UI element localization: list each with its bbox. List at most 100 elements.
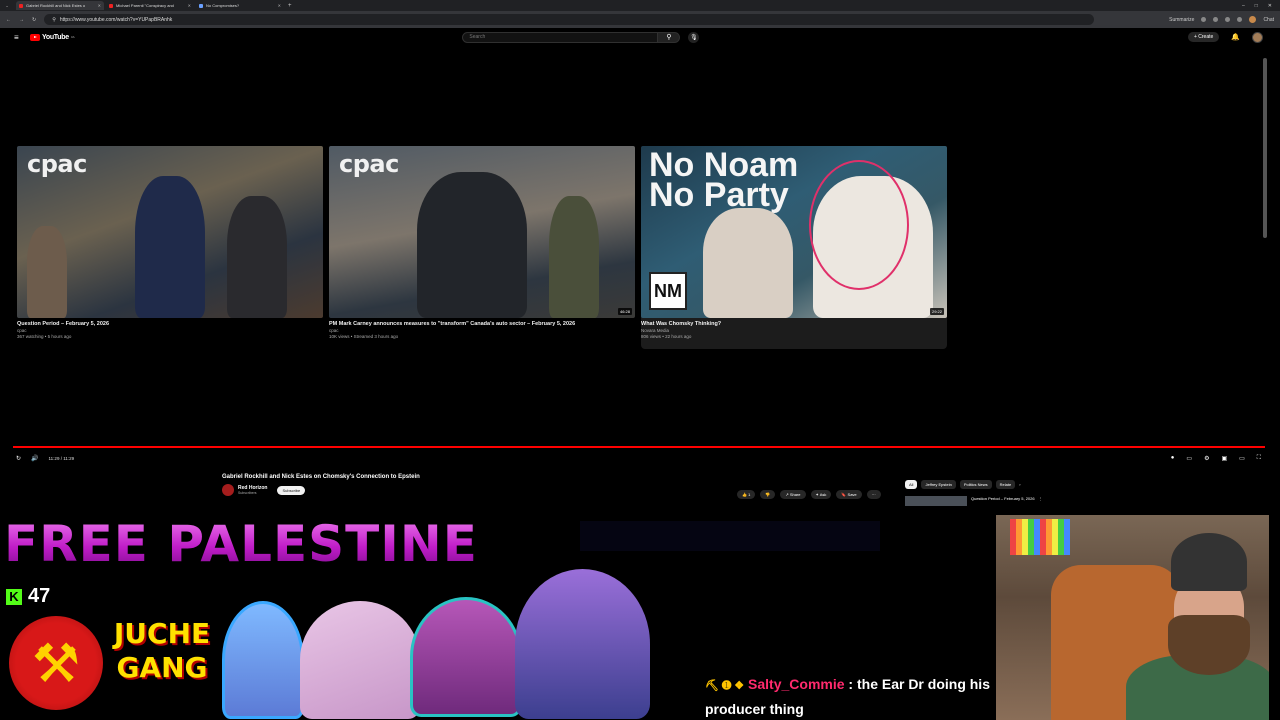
video-title[interactable]: Question Period – February 5, 2026 [17, 321, 323, 327]
share-icon: ↗ [785, 492, 789, 497]
cpac-logo: cpac [27, 150, 87, 178]
dislike-button[interactable]: 👎 [760, 490, 776, 499]
up-next-thumbnail[interactable] [905, 496, 967, 506]
close-window-icon[interactable]: ✕ [1268, 3, 1272, 9]
subtitles-icon[interactable]: ▭ [1186, 455, 1192, 462]
search-button[interactable]: ⚲ [658, 31, 681, 43]
extension-icon[interactable] [1225, 17, 1231, 22]
page-favicon-icon [199, 3, 203, 8]
youtube-logo[interactable]: YouTube CA [30, 33, 75, 41]
volume-icon[interactable]: 🔊 [31, 455, 38, 462]
forward-icon[interactable]: → [19, 17, 24, 23]
minimize-icon[interactable]: – [1242, 3, 1245, 9]
more-vert-icon[interactable]: ⋮ [1039, 496, 1043, 506]
viewer-count: 47 [28, 585, 51, 607]
thumbnail-figure [27, 226, 67, 318]
settings-gear-icon[interactable]: ⚙ [1204, 455, 1209, 462]
overlay-portrait [515, 569, 650, 719]
notifications-icon[interactable]: 🔔 [1231, 33, 1240, 41]
video-channel[interactable]: Novara Media [641, 328, 947, 333]
theater-mode-icon[interactable]: ▭ [1239, 455, 1245, 462]
overlay-portrait [410, 597, 522, 717]
page-scrollbar[interactable] [1263, 58, 1267, 238]
menu-icon[interactable]: ≡ [14, 33, 22, 42]
reload-icon[interactable]: ↻ [32, 17, 36, 23]
video-thumbnail[interactable]: No Noam No Party NM 29:22 [641, 146, 947, 318]
up-next-item[interactable]: Question Period – February 5, 2026 ⋮ [905, 496, 1043, 506]
browser-tab-2[interactable]: Michael Parenti "Conspiracy and ✕ [106, 1, 194, 10]
video-channel[interactable]: cpac [329, 328, 635, 333]
end-screen-video-3[interactable]: No Noam No Party NM 29:22 What Was Choms… [641, 146, 947, 349]
video-duration: 46:28 [617, 308, 632, 315]
chat-message: ⛏ ➊ ❖ Salty_Commie : the Ear Dr doing hi… [705, 673, 995, 720]
ask-button[interactable]: ✦ Ask [810, 490, 832, 499]
video-thumbnail[interactable]: cpac [17, 146, 323, 318]
overlay-portrait [222, 601, 304, 719]
end-screen-grid: cpac Question Period – February 5, 2026 … [17, 146, 947, 349]
replay-icon[interactable]: ↻ [16, 455, 21, 462]
more-actions-button[interactable]: ··· [866, 490, 881, 499]
search-placeholder: Search [469, 34, 486, 40]
progress-bar[interactable] [13, 446, 1265, 448]
video-thumbnail[interactable]: cpac 46:28 [329, 146, 635, 318]
autoplay-toggle-icon[interactable]: ● [1171, 455, 1175, 462]
thumbnail-figure [549, 196, 599, 318]
chip-jeffrey-epstein[interactable]: Jeffrey Epstein [921, 480, 956, 489]
video-channel[interactable]: cpac [17, 328, 323, 333]
chip-related[interactable]: Relate [995, 480, 1016, 489]
save-button[interactable]: 🔖 Save [836, 490, 862, 499]
new-tab-icon[interactable]: + [288, 3, 292, 9]
create-button[interactable]: + Create [1187, 32, 1220, 42]
viewer-counter: K 47 [6, 585, 50, 608]
browser-tab-3[interactable]: No Compromises? ✕ [196, 1, 284, 10]
time-display: 11:29 / 11:29 [48, 455, 75, 461]
close-tab-icon[interactable]: ✕ [98, 3, 101, 8]
miniplayer-icon[interactable]: ▣ [1221, 455, 1227, 462]
close-tab-icon[interactable]: ✕ [188, 3, 191, 8]
up-next-title[interactable]: Question Period – February 5, 2026 [971, 496, 1035, 506]
channel-avatar[interactable] [222, 484, 234, 496]
search-input[interactable]: Search [462, 31, 659, 43]
window-controls: – □ ✕ [1242, 3, 1280, 9]
thumbnail-headline: No Noam No Party [649, 146, 799, 214]
site-info-icon[interactable]: ⚲ [52, 17, 56, 23]
streamer-beanie [1171, 533, 1247, 591]
profile-avatar[interactable] [1249, 16, 1257, 23]
summarize-button[interactable]: Summarize [1169, 17, 1194, 23]
tab-list-icon[interactable]: ⌄ [0, 3, 14, 8]
banner-shadow [580, 521, 880, 551]
like-button[interactable]: 👍 1 [737, 490, 756, 499]
close-tab-icon[interactable]: ✕ [278, 3, 281, 8]
end-screen-video-1[interactable]: cpac Question Period – February 5, 2026 … [17, 146, 323, 349]
create-label: Create [1198, 34, 1214, 40]
video-title[interactable]: PM Mark Carney announces measures to "tr… [329, 321, 635, 327]
player-controls: ↻ 🔊 11:29 / 11:29 ● ▭ ⚙ ▣ ▭ ⛶ [8, 451, 1269, 465]
voice-search-button[interactable]: 🎙 [688, 31, 700, 43]
fullscreen-icon[interactable]: ⛶ [1257, 455, 1261, 462]
chip-all[interactable]: All [905, 480, 918, 489]
extension-icon[interactable] [1213, 17, 1219, 22]
thumbs-down-icon: 👎 [765, 492, 771, 497]
watch-title: Gabriel Rockhill and Nick Estes on Choms… [222, 474, 420, 480]
subscribe-button[interactable]: Subscribe [277, 485, 306, 495]
chevron-right-icon[interactable]: › [1019, 482, 1020, 487]
browser-tab-1[interactable]: Gabriel Rockhill and Nick Estes o ✕ [16, 1, 104, 10]
header-actions: + Create 🔔 [1187, 31, 1263, 43]
address-bar[interactable]: ⚲ https://www.youtube.com/watch?v=YUPapB… [44, 14, 1095, 25]
extension-icon[interactable] [1237, 17, 1243, 22]
extension-icon[interactable] [1201, 17, 1207, 22]
video-title[interactable]: What Was Chomsky Thinking? [641, 321, 947, 327]
share-button[interactable]: ↗ Share [780, 490, 806, 499]
chat-button[interactable]: Chat [1263, 17, 1274, 23]
maximize-icon[interactable]: □ [1255, 3, 1258, 9]
chat-username: Salty_Commie [748, 676, 845, 692]
chip-politics-news[interactable]: Politics News [959, 480, 992, 489]
thumbnail-figure [227, 196, 287, 318]
end-screen-video-2[interactable]: cpac 46:28 PM Mark Carney announces meas… [329, 146, 635, 349]
share-label: Share [789, 492, 801, 497]
thumbnail-figure [135, 176, 205, 318]
like-count: 1 [748, 492, 751, 497]
account-avatar[interactable] [1252, 31, 1263, 43]
back-icon[interactable]: ← [6, 17, 11, 23]
thumbs-up-icon: 👍 [742, 492, 747, 497]
